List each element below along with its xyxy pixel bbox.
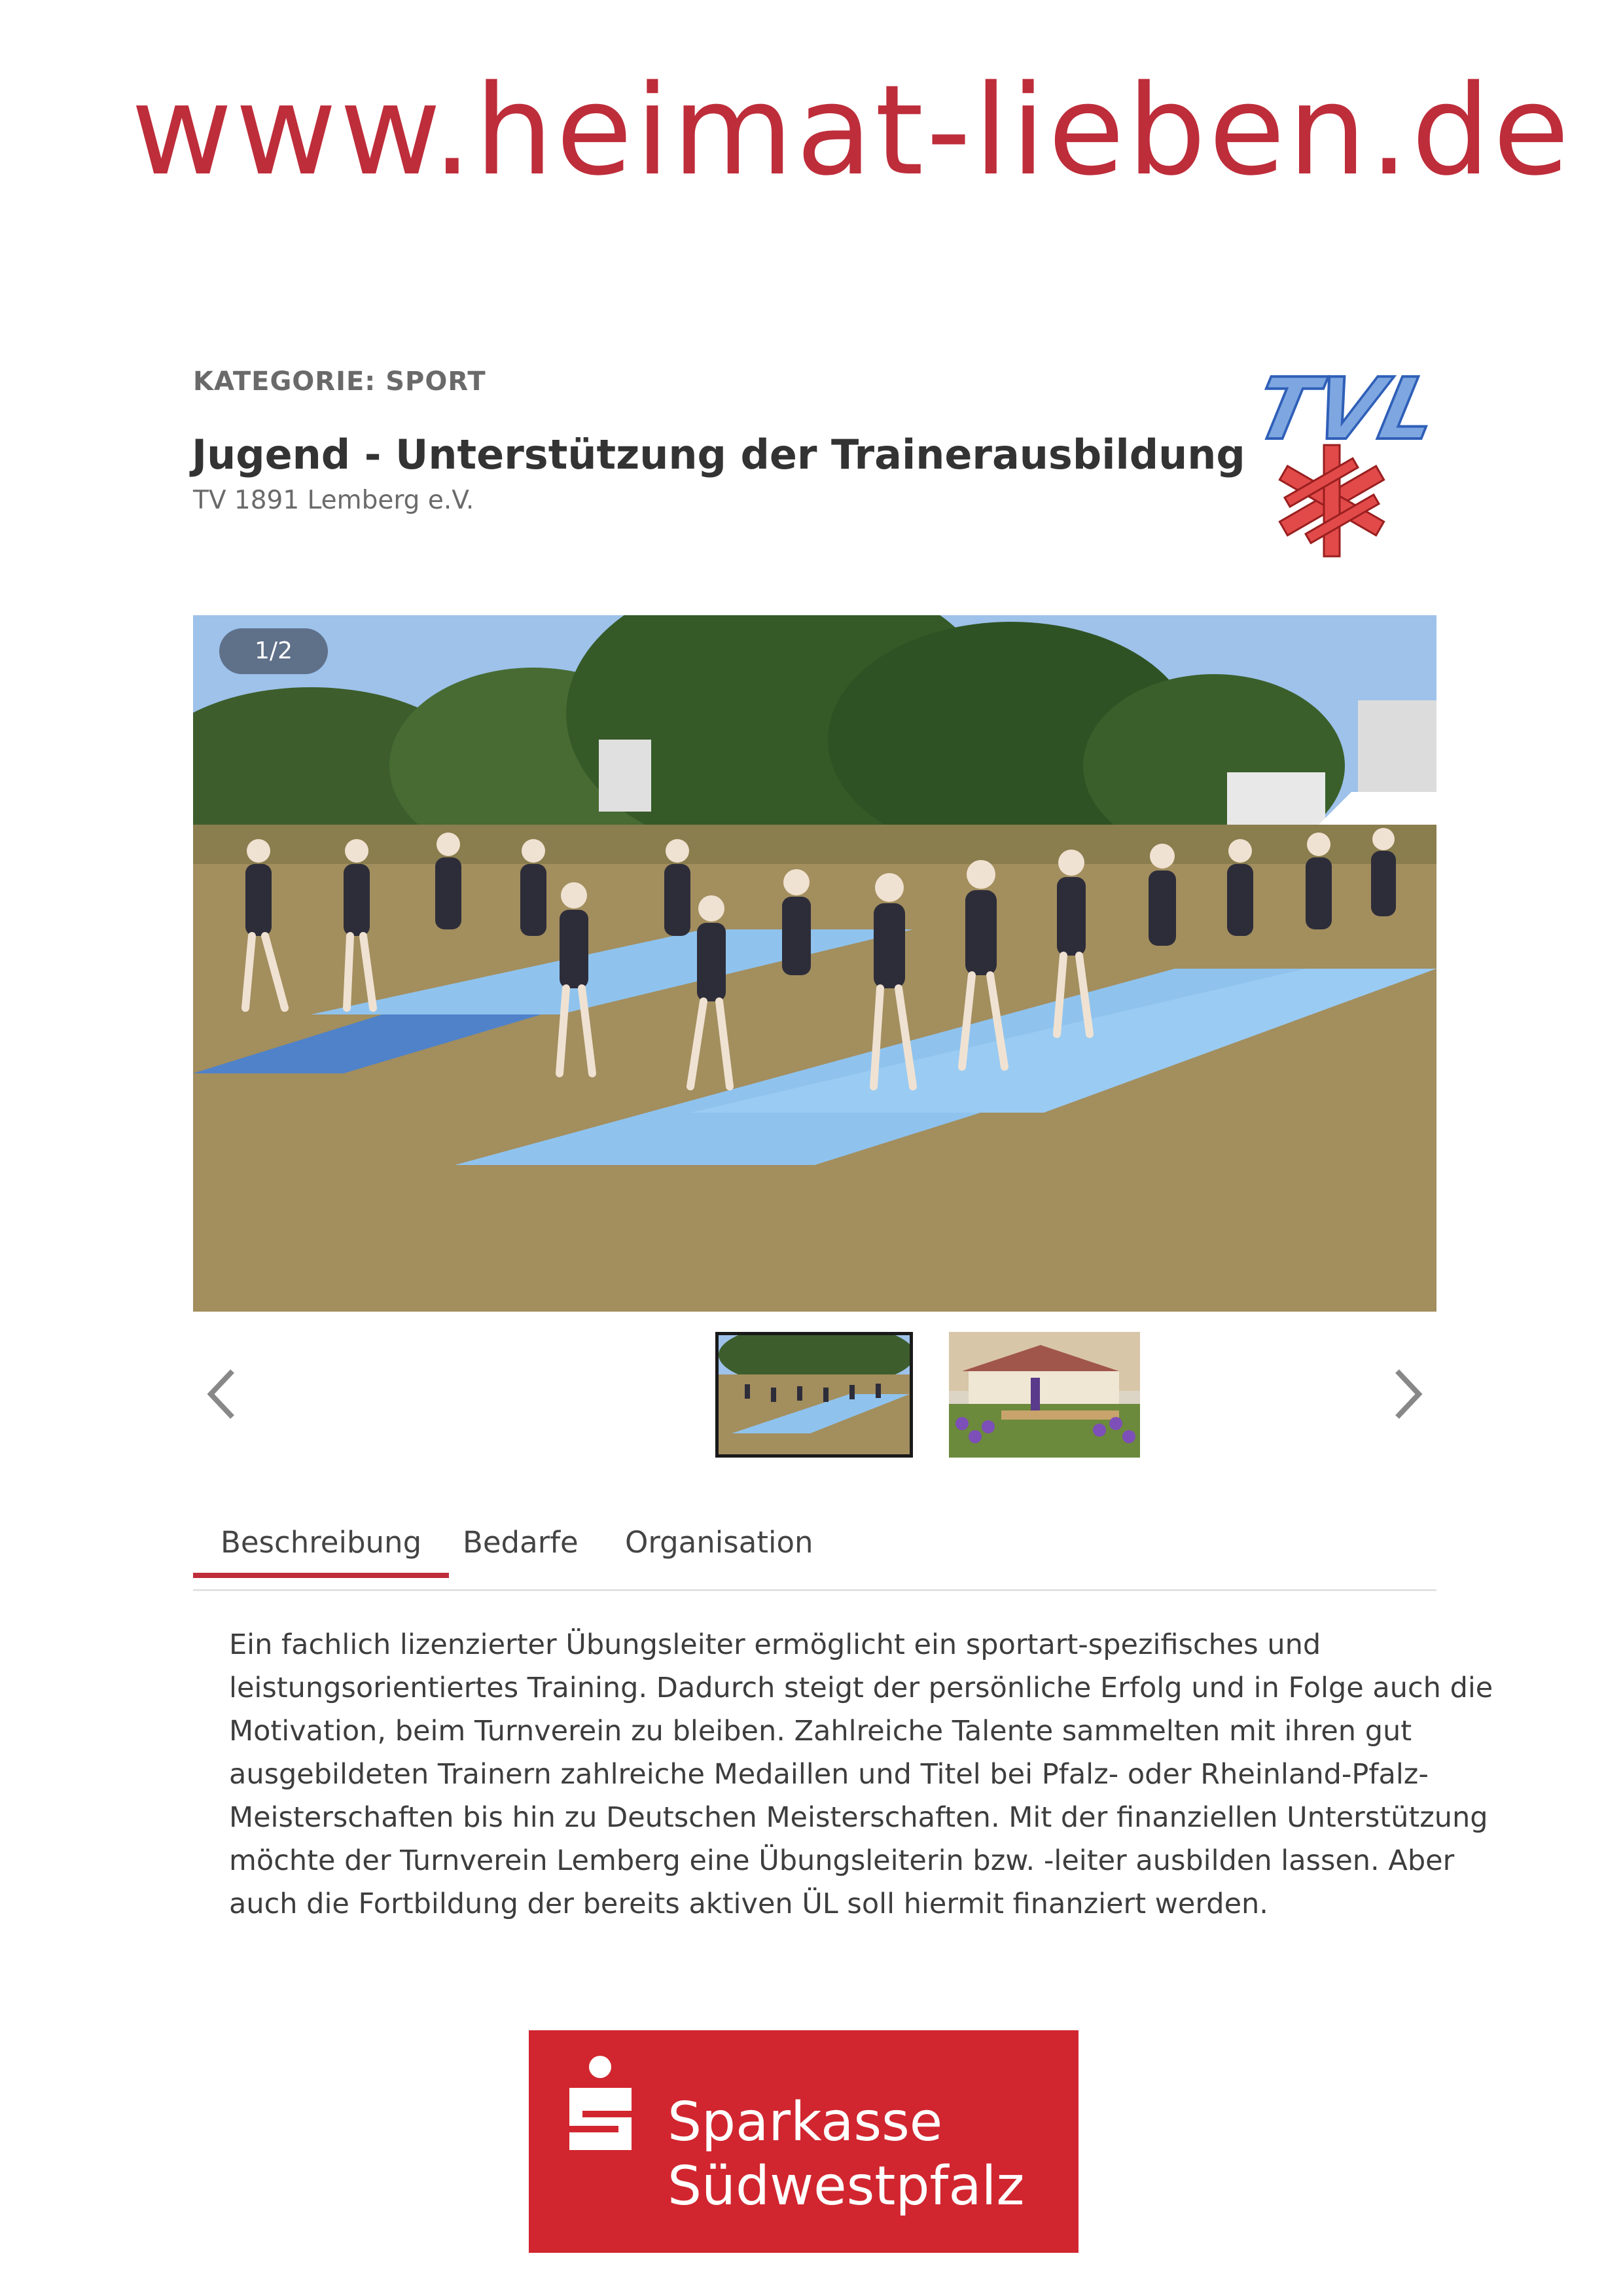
category-label: KATEGORIE: SPORT [193,367,486,397]
tab-organisation[interactable]: Organisation [625,1525,813,1573]
sponsor-line-1: Sparkasse [668,2091,943,2153]
description-line: ausgebildeten Trainern zahlreiche Medail… [229,1758,1429,1791]
svg-text:TVL: TVL [1247,360,1440,459]
site-url[interactable]: www.heimat-lieben.de [131,69,1569,193]
organisation-name[interactable]: TV 1891 Lemberg e.V. [193,486,474,515]
sparkasse-logo[interactable]: Sparkasse Südwestpfalz [529,2030,1079,2253]
sparkasse-s-icon [569,2056,632,2150]
tab-bedarfe[interactable]: Bedarfe [463,1525,579,1573]
gymnastics-photo [193,615,1436,1312]
description-line: möchte der Turnverein Lemberg eine Übung… [229,1844,1455,1877]
gallery-thumbnail-1[interactable] [715,1332,913,1458]
description-line: Motivation, beim Turnverein zu bleiben. … [229,1715,1412,1748]
tvl-logo: TVL [1246,359,1440,558]
thumbnail-image [719,1335,910,1454]
description-line: Meisterschaften bis hin zu Deutschen Mei… [229,1801,1488,1834]
gallery-thumbnail-2[interactable] [949,1332,1140,1458]
tab-bar: Beschreibung Bedarfe Organisation [193,1517,1436,1591]
description-line: leistungsorientiertes Training. Dadurch … [229,1672,1493,1704]
thumbnail-image [949,1332,1140,1458]
description-line: Ein fachlich lizenzierter Übungsleiter e… [229,1628,1321,1661]
project-description: Ein fachlich lizenzierter Übungsleiter e… [229,1623,1493,1926]
description-line: auch die Fortbildung der bereits aktiven… [229,1888,1268,1920]
sponsor-line-2: Südwestpfalz [668,2155,1025,2217]
chevron-right-icon[interactable] [1387,1361,1427,1427]
chevron-left-icon[interactable] [203,1361,242,1427]
sponsor-name: Sparkasse Südwestpfalz [668,2090,1024,2219]
tab-beschreibung[interactable]: Beschreibung [193,1525,450,1578]
image-counter: 1/2 [219,628,328,674]
project-title: Jugend - Unterstützung der Trainerausbil… [192,431,1245,478]
gallery-main-image[interactable]: 1/2 [193,615,1436,1312]
